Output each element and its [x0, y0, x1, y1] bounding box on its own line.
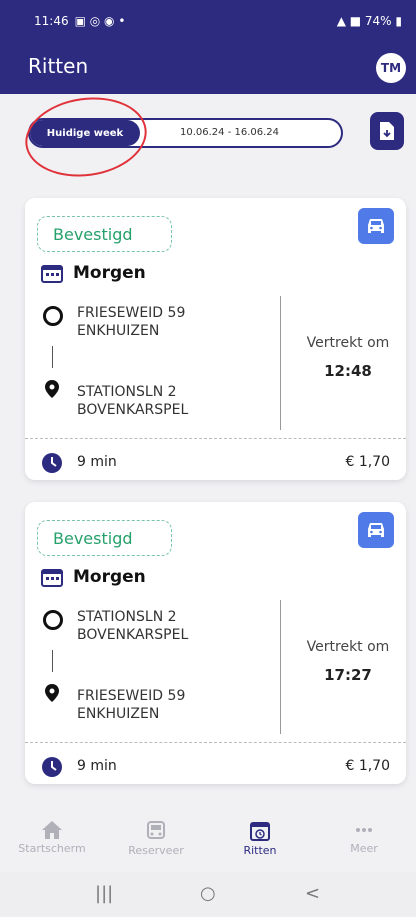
- origin-city: BOVENKARSPEL: [77, 627, 189, 643]
- origin-icon: [43, 306, 63, 326]
- card-divider: [25, 438, 406, 439]
- battery-level: 74%: [364, 14, 392, 28]
- clock-icon: [42, 757, 62, 777]
- calendar-icon: [41, 569, 63, 587]
- clock-icon: [42, 453, 62, 473]
- ride-duration: 9 min: [77, 758, 117, 774]
- card-separator: [280, 600, 281, 734]
- destination-address: STATIONSLN 2 BOVENKARSPEL: [77, 383, 188, 419]
- signal-icons: ▲ ■: [336, 14, 365, 28]
- app-bar: Ritten TM: [0, 42, 416, 94]
- nav-label: Ritten: [243, 844, 277, 857]
- status-badge: Bevestigd: [37, 520, 172, 556]
- home-icon: [42, 821, 62, 839]
- ride-price: € 1,70: [345, 758, 390, 774]
- destination-city: BOVENKARSPEL: [77, 402, 189, 418]
- document-download-icon: [380, 122, 394, 140]
- back-button[interactable]: <: [305, 883, 320, 904]
- ride-price: € 1,70: [345, 454, 390, 470]
- departure-time: 12:48: [324, 362, 372, 380]
- departure-label: Vertrekt om: [306, 335, 390, 351]
- vehicle-button[interactable]: [358, 512, 394, 548]
- destination-address: FRIESEWEID 59 ENKHUIZEN: [77, 687, 185, 723]
- notification-icons: ▣ ◎ ◉ •: [74, 14, 126, 28]
- ride-card[interactable]: Bevestigd Morgen FRIESEWEID 59 ENKHUIZEN…: [25, 198, 406, 480]
- card-divider: [25, 742, 406, 743]
- route-line: [52, 346, 53, 368]
- nav-item-ritten[interactable]: Ritten: [208, 820, 312, 857]
- avatar[interactable]: TM: [376, 53, 406, 83]
- ride-day-label: Morgen: [73, 263, 146, 283]
- bottom-nav: Startscherm Reserveer Ritten Meer: [0, 812, 416, 872]
- car-icon: [368, 219, 384, 233]
- nav-item-meer[interactable]: Meer: [312, 820, 416, 855]
- origin-address: STATIONSLN 2 BOVENKARSPEL: [77, 608, 188, 644]
- nav-label: Meer: [350, 842, 378, 855]
- route-line: [52, 650, 53, 672]
- current-week-button[interactable]: Huidige week: [30, 120, 140, 146]
- calendar-clock-icon: [250, 822, 270, 841]
- origin-street: FRIESEWEID 59: [77, 305, 186, 321]
- destination-pin-icon: [45, 684, 59, 702]
- calendar-icon: [41, 265, 63, 283]
- origin-icon: [43, 610, 63, 630]
- car-icon: [368, 523, 384, 537]
- ride-day: Morgen: [41, 263, 146, 283]
- origin-city: ENKHUIZEN: [77, 323, 160, 339]
- ride-day: Morgen: [41, 567, 146, 587]
- week-range-button[interactable]: 10.06.24 - 16.06.24: [180, 127, 279, 138]
- destination-city: ENKHUIZEN: [77, 706, 160, 722]
- vehicle-button[interactable]: [358, 208, 394, 244]
- export-pdf-button[interactable]: [370, 112, 404, 150]
- nav-label: Startscherm: [18, 842, 86, 855]
- destination-pin-icon: [45, 380, 59, 398]
- departure-label: Vertrekt om: [306, 639, 390, 655]
- ride-day-label: Morgen: [73, 567, 146, 587]
- origin-street: STATIONSLN 2: [77, 609, 177, 625]
- status-left: 11:46 ▣ ◎ ◉ •: [34, 14, 125, 28]
- battery-icon: ▮: [395, 14, 402, 28]
- page-title: Ritten: [28, 54, 89, 78]
- ride-card[interactable]: Bevestigd Morgen STATIONSLN 2 BOVENKARSP…: [25, 502, 406, 784]
- origin-address: FRIESEWEID 59 ENKHUIZEN: [77, 304, 185, 340]
- status-badge: Bevestigd: [37, 216, 172, 252]
- week-selector[interactable]: Huidige week 10.06.24 - 16.06.24: [28, 118, 343, 148]
- bus-icon: [147, 821, 165, 839]
- departure-time: 17:27: [324, 666, 372, 684]
- status-bar: 11:46 ▣ ◎ ◉ • ▲ ■ 74% ▮: [0, 0, 416, 42]
- recents-button[interactable]: |||: [95, 883, 113, 904]
- destination-street: FRIESEWEID 59: [77, 688, 186, 704]
- card-separator: [280, 296, 281, 430]
- nav-item-startscherm[interactable]: Startscherm: [0, 820, 104, 855]
- home-button[interactable]: ○: [200, 883, 216, 904]
- status-right: ▲ ■ 74% ▮: [337, 14, 402, 28]
- nav-item-reserveer[interactable]: Reserveer: [104, 820, 208, 857]
- more-icon: [356, 828, 372, 832]
- destination-street: STATIONSLN 2: [77, 384, 177, 400]
- ride-duration: 9 min: [77, 454, 117, 470]
- system-nav: ||| ○ <: [0, 872, 416, 917]
- nav-label: Reserveer: [128, 844, 184, 857]
- status-time: 11:46: [34, 14, 69, 28]
